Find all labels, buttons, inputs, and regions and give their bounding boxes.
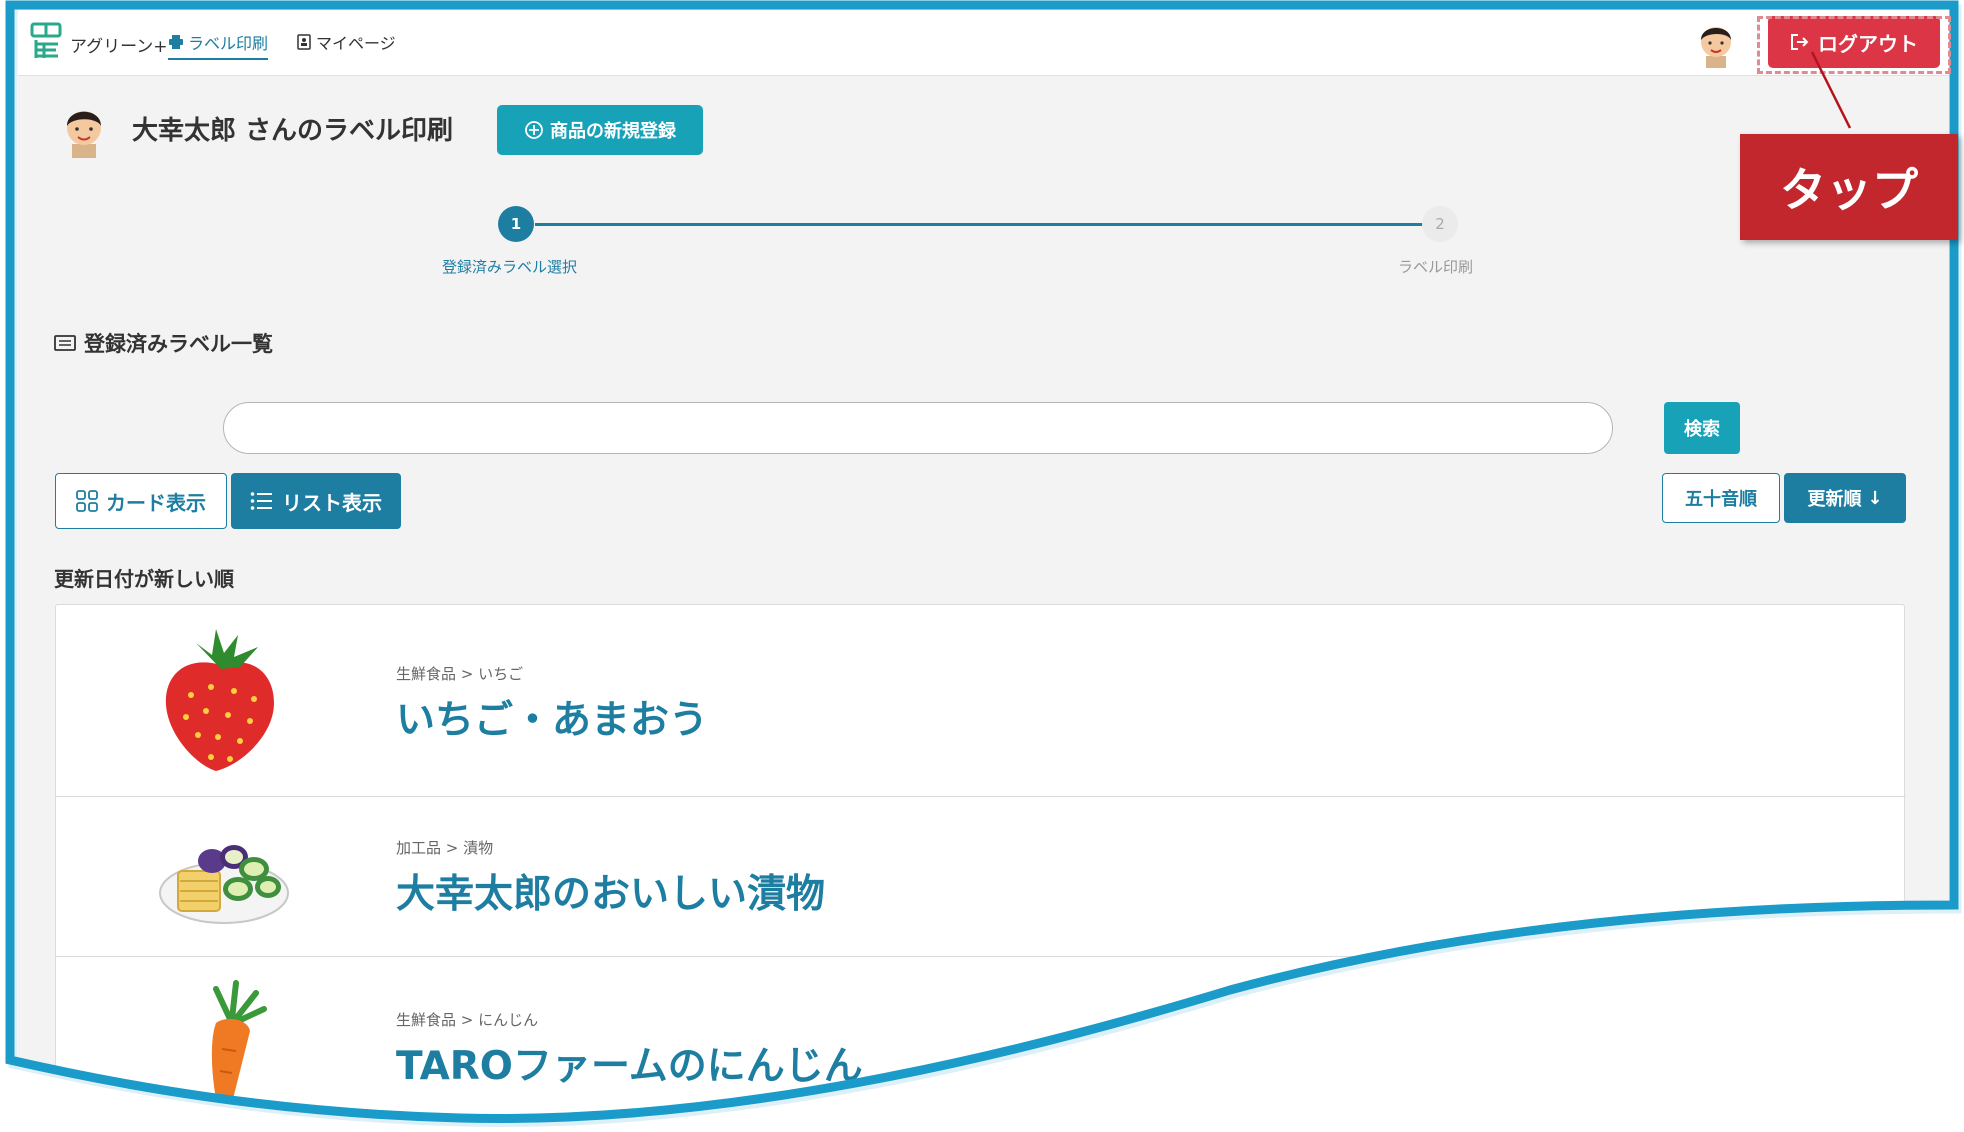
- callout-pointer: [1810, 51, 1852, 129]
- screenshot-frame: アグリーン+ ラベル印刷 マイページ ログアウト 大幸太郎 さんのラベル印刷 商…: [0, 0, 1964, 1132]
- tap-callout: タップ: [1740, 134, 1958, 240]
